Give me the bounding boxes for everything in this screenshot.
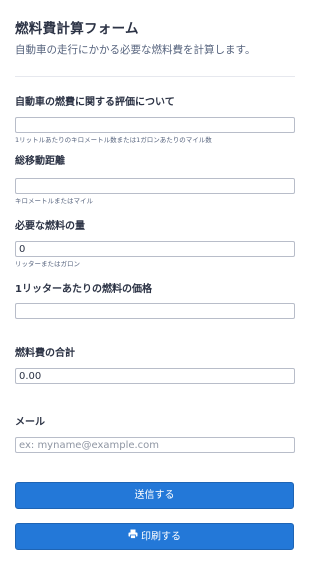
form-title: 燃料費計算フォーム [15,21,139,37]
print-button-label: 印刷する [141,531,181,543]
fuel-cost-form: 燃料費計算フォーム 自動車の走行にかかる必要な燃料費を計算します。 自動車の燃費… [0,0,310,561]
email-input[interactable]: ex: myname@example.com [15,437,295,453]
form-header: 燃料費計算フォーム 自動車の走行にかかる必要な燃料費を計算します。 [15,20,295,57]
total-label: 燃料費の合計 [15,348,75,359]
price-label: 1リッターあたりの燃料の価格 [15,284,152,295]
header-divider [15,76,295,77]
distance-hint: キロメートルまたはマイル [15,197,93,205]
total-input[interactable]: 0.00 [15,368,295,384]
printer-icon [128,524,138,549]
submit-button[interactable]: 送信する [15,482,294,509]
fuel-needed-hint: リッターまたはガロン [15,260,80,268]
submit-button-label: 送信する [134,490,175,501]
form-subtitle: 自動車の走行にかかる必要な燃料費を計算します。 [15,44,256,56]
fuel-needed-input[interactable]: 0 [15,241,295,257]
fuel-needed-label: 必要な燃料の量 [15,221,85,232]
price-input[interactable] [15,303,295,319]
print-button[interactable]: 印刷する [15,523,294,550]
efficiency-hint: 1リットルあたりのキロメートル数または1ガロンあたりのマイル数 [15,136,212,144]
distance-label: 総移動距離 [15,156,65,167]
efficiency-input[interactable] [15,117,295,133]
email-label: メール [15,417,45,428]
efficiency-label: 自動車の燃費に関する評価について [15,97,175,108]
distance-input[interactable] [15,178,295,194]
